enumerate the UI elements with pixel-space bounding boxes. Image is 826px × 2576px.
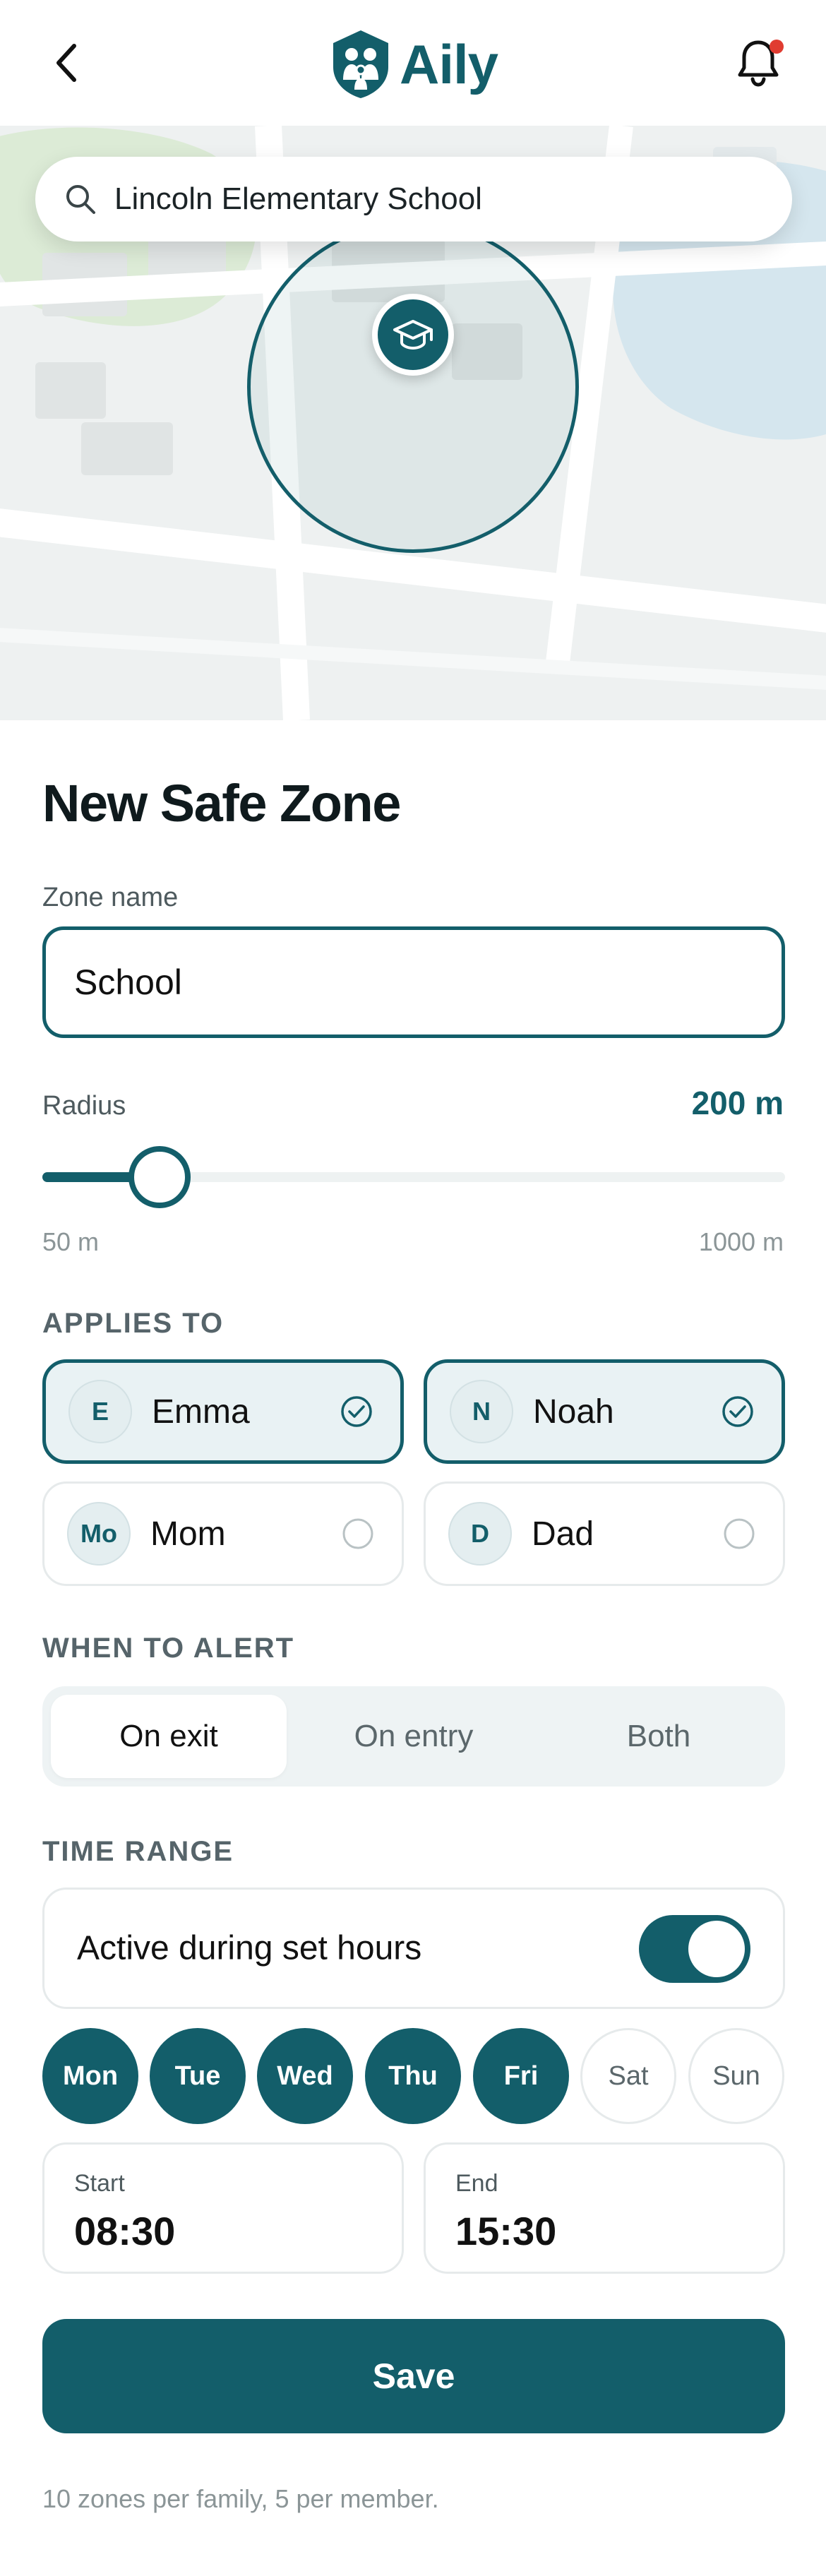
end-time-field[interactable]: End 15:30 bbox=[424, 2142, 785, 2274]
when-to-alert-heading: WHEN TO ALERT bbox=[42, 1633, 295, 1664]
notification-badge bbox=[770, 40, 784, 54]
avatar: N bbox=[450, 1380, 513, 1443]
member-name: Emma bbox=[152, 1393, 250, 1431]
app-logo: Aily bbox=[330, 25, 498, 103]
member-name: Noah bbox=[533, 1393, 614, 1431]
day-thu[interactable]: Thu bbox=[365, 2028, 461, 2124]
limits-footnote: 10 zones per family, 5 per member. bbox=[42, 2484, 439, 2513]
empty-circle-icon bbox=[342, 1518, 373, 1549]
alert-segmented-control: On exit On entry Both bbox=[42, 1686, 785, 1787]
empty-circle-icon bbox=[724, 1518, 755, 1549]
day-fri[interactable]: Fri bbox=[473, 2028, 569, 2124]
app-name: Aily bbox=[400, 32, 498, 95]
zone-radius-circle[interactable] bbox=[247, 221, 579, 553]
start-time-field[interactable]: Start 08:30 bbox=[42, 2142, 404, 2274]
active-hours-row: Active during set hours bbox=[42, 1888, 785, 2009]
zone-marker[interactable] bbox=[372, 294, 454, 376]
zone-name-label: Zone name bbox=[42, 883, 179, 912]
radius-slider[interactable] bbox=[42, 1146, 785, 1208]
zone-name-value: School bbox=[74, 962, 182, 1002]
member-chip-noah[interactable]: N Noah bbox=[424, 1359, 785, 1464]
check-circle-icon bbox=[722, 1396, 753, 1427]
member-chip-emma[interactable]: E Emma bbox=[42, 1359, 404, 1464]
day-sun[interactable]: Sun bbox=[688, 2028, 784, 2124]
alert-option-both[interactable]: Both bbox=[541, 1695, 777, 1778]
search-input[interactable]: Lincoln Elementary School bbox=[114, 181, 482, 217]
member-name: Mom bbox=[150, 1515, 226, 1553]
day-wed[interactable]: Wed bbox=[257, 2028, 353, 2124]
map-view[interactable]: Lincoln Elementary School bbox=[0, 126, 826, 720]
alert-option-on-exit[interactable]: On exit bbox=[51, 1695, 287, 1778]
active-hours-label: Active during set hours bbox=[77, 1929, 422, 1967]
start-time-value: 08:30 bbox=[74, 2209, 176, 2253]
avatar: Mo bbox=[67, 1502, 131, 1566]
location-search[interactable]: Lincoln Elementary School bbox=[35, 157, 792, 242]
radius-max-label: 1000 m bbox=[698, 1227, 784, 1256]
end-time-label: End bbox=[455, 2170, 498, 2197]
radius-label: Radius bbox=[42, 1091, 126, 1121]
search-icon bbox=[66, 185, 95, 214]
applies-to-heading: APPLIES TO bbox=[42, 1308, 225, 1339]
day-sat[interactable]: Sat bbox=[580, 2028, 676, 2124]
radius-min-label: 50 m bbox=[42, 1227, 100, 1256]
member-chip-dad[interactable]: D Dad bbox=[424, 1481, 785, 1586]
save-button[interactable]: Save bbox=[42, 2319, 785, 2433]
avatar: E bbox=[68, 1380, 132, 1443]
end-time-value: 15:30 bbox=[455, 2209, 557, 2253]
member-name: Dad bbox=[532, 1515, 594, 1553]
alert-option-on-entry[interactable]: On entry bbox=[296, 1695, 532, 1778]
app-header: Aily bbox=[0, 0, 826, 126]
day-tue[interactable]: Tue bbox=[150, 2028, 246, 2124]
start-time-label: Start bbox=[74, 2170, 125, 2197]
member-chip-mom[interactable]: Mo Mom bbox=[42, 1481, 404, 1586]
page-title: New Safe Zone bbox=[42, 774, 401, 833]
active-hours-toggle[interactable] bbox=[639, 1915, 750, 1983]
day-mon[interactable]: Mon bbox=[42, 2028, 138, 2124]
time-range-heading: TIME RANGE bbox=[42, 1836, 234, 1867]
toggle-knob bbox=[688, 1921, 745, 1977]
radius-slider-thumb[interactable] bbox=[128, 1146, 191, 1208]
chevron-left-icon bbox=[56, 44, 76, 82]
radius-value: 200 m bbox=[691, 1085, 784, 1121]
check-circle-icon bbox=[341, 1396, 372, 1427]
back-button[interactable] bbox=[42, 38, 92, 88]
family-shield-icon bbox=[333, 30, 388, 98]
graduation-cap-icon bbox=[393, 320, 433, 350]
zone-name-input[interactable]: School bbox=[42, 926, 785, 1038]
avatar: D bbox=[448, 1502, 512, 1566]
